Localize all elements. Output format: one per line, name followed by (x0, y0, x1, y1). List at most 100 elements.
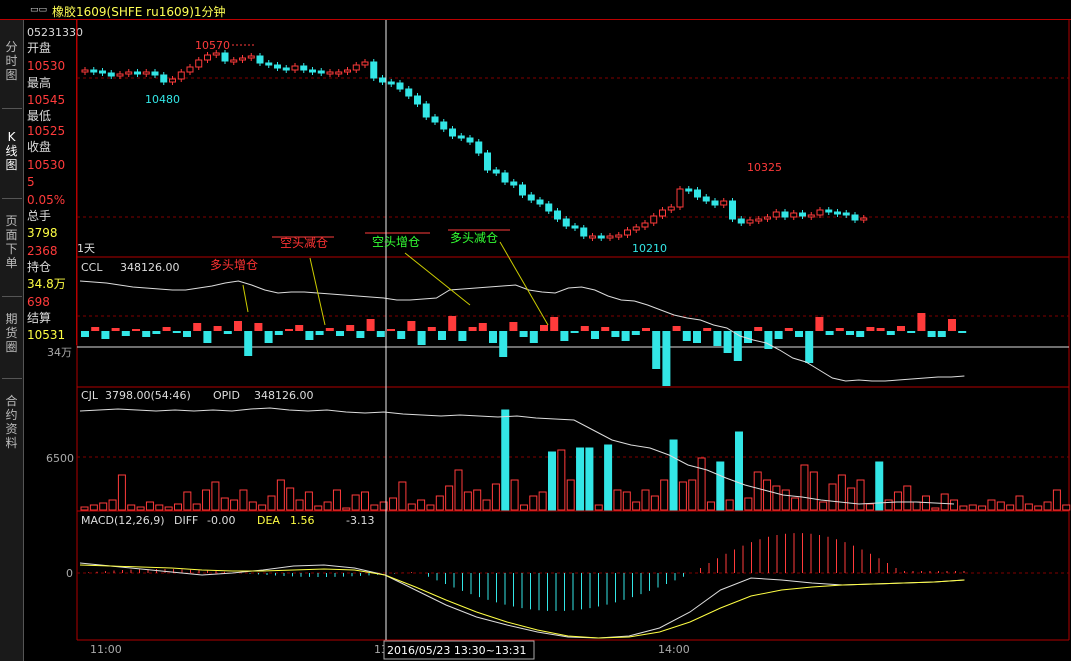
oi-bar (560, 331, 569, 341)
candle (422, 103, 430, 118)
oi-bar (927, 331, 936, 337)
oi-bar (509, 322, 518, 331)
oi-bar (448, 316, 457, 331)
volume-bar (407, 503, 416, 511)
candle (247, 55, 255, 59)
volume-bar (622, 491, 631, 511)
candle (764, 216, 771, 220)
annotation-short-increase: 空头增仓 (372, 235, 420, 249)
volume-bar (940, 493, 949, 511)
volume-bar (903, 485, 912, 511)
oi-bar (91, 327, 100, 331)
volume-bar (276, 479, 285, 511)
candle (160, 74, 168, 83)
oi-bar (601, 327, 610, 331)
volume-bar (706, 501, 715, 511)
candle (746, 219, 754, 224)
oi-bar (591, 331, 599, 339)
candle (737, 218, 745, 224)
volume-bar (566, 479, 575, 511)
candle (816, 209, 824, 216)
candle (711, 200, 719, 206)
candle (431, 116, 439, 123)
volume-bar (332, 489, 341, 511)
volume-bar (725, 499, 734, 511)
candle (361, 61, 369, 66)
volume-bar (435, 495, 444, 511)
candle (475, 141, 483, 154)
volume-bar (865, 503, 874, 511)
low-mark-label-1: 10480 (145, 93, 180, 106)
oi-bar (529, 331, 538, 343)
oi-bar (672, 326, 681, 331)
volume-bar (89, 504, 98, 511)
volume-bar (202, 489, 211, 511)
opid-label: OPID (213, 389, 240, 402)
volume-bar (491, 483, 500, 511)
candle (492, 169, 500, 174)
oi-bar (336, 331, 344, 336)
volume-bar (145, 501, 154, 511)
candle (772, 211, 780, 218)
oi-bar (733, 331, 742, 361)
oi-bar (866, 327, 875, 331)
oi-bar (346, 325, 355, 331)
volume-bar (220, 497, 229, 511)
oi-bar (815, 317, 824, 331)
volume-bar (192, 503, 201, 511)
volume-bar (174, 503, 182, 511)
volume-bar (678, 481, 687, 511)
candle (825, 209, 833, 213)
oi-bar (356, 331, 365, 338)
chart-canvas[interactable]: 1天 10570 10480 10210 10325 CCL 348126.00… (0, 0, 1071, 661)
candle (667, 206, 675, 211)
oi-bar (835, 328, 844, 331)
volume-bar (454, 469, 463, 511)
volume-bar (716, 461, 725, 511)
volume-bar (230, 499, 239, 511)
oi-bar (570, 331, 579, 333)
oi-bar (825, 331, 834, 335)
oi-bar (652, 331, 661, 369)
volume-bar (753, 471, 762, 511)
candle (545, 203, 553, 212)
candle (335, 71, 343, 75)
volume-bar (529, 495, 538, 511)
candle (300, 65, 308, 71)
macd-value: -3.13 (346, 514, 374, 527)
oi-bar (213, 326, 222, 331)
oi-bar (580, 326, 589, 331)
oi-bar (264, 331, 273, 343)
volume-bar (744, 497, 753, 511)
oi-bar (81, 331, 89, 337)
oi-bar (499, 331, 508, 357)
oi-bar (754, 327, 763, 331)
oi-bar (427, 327, 436, 331)
volume-bar (557, 449, 566, 511)
volume-bar (548, 451, 556, 511)
candle (457, 135, 465, 139)
volume-bar (594, 504, 603, 511)
oi-bar (458, 331, 467, 341)
oi-bar (387, 329, 395, 331)
volume-bar (1034, 505, 1043, 511)
volume-bar (342, 507, 351, 511)
volume-bar (660, 479, 669, 511)
volume-bar (314, 505, 323, 511)
volume-bar (735, 431, 743, 511)
candle (589, 235, 596, 239)
candle (676, 188, 684, 208)
oi-bar (397, 331, 406, 339)
volume-bar (856, 479, 865, 511)
oi-bar (417, 331, 426, 345)
candle (536, 199, 544, 205)
volume-bar (127, 504, 136, 511)
oi-bar (519, 331, 528, 337)
candle (807, 214, 815, 218)
annotation-long-increase: 多头增仓 (210, 258, 258, 272)
candle (282, 67, 290, 71)
volume-bar (239, 489, 248, 511)
oi-bar (244, 331, 253, 356)
candle (484, 152, 491, 171)
candle (396, 82, 404, 90)
